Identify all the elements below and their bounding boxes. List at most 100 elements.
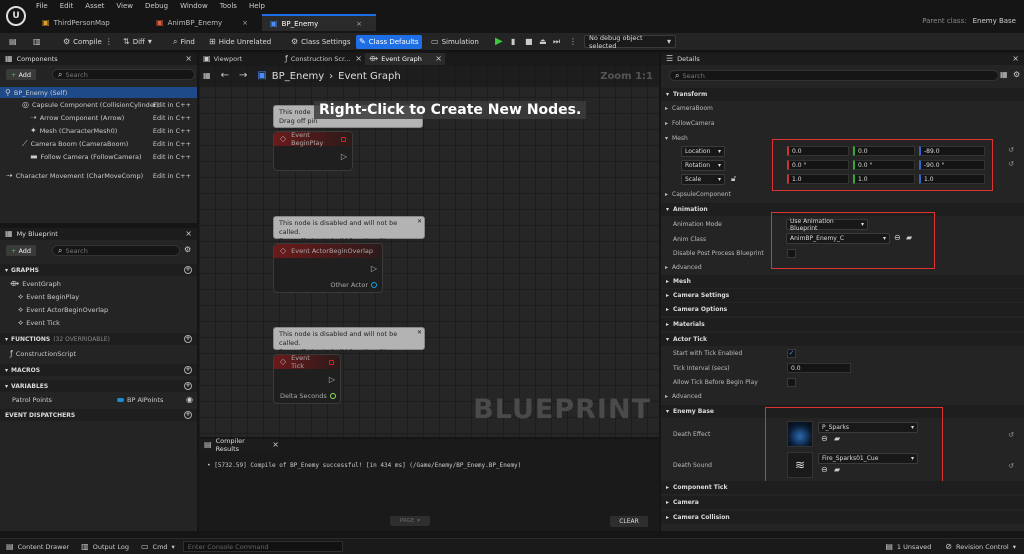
section-enemy-base[interactable]: ▾ Enemy Base: [661, 405, 1024, 418]
section-materials[interactable]: ▸ Materials: [661, 318, 1024, 331]
gear-icon[interactable]: ⚙: [1013, 71, 1020, 79]
sub-follow-camera[interactable]: ▸ FollowCamera: [665, 120, 714, 127]
reset-death-sound-icon[interactable]: ↺: [1008, 462, 1014, 470]
location-mode-dropdown[interactable]: Location ▾: [681, 146, 725, 157]
scale-mode-dropdown[interactable]: Scale ▾: [681, 174, 725, 185]
output-log-button[interactable]: ▥ Output Log: [81, 542, 129, 551]
menu-edit[interactable]: Edit: [60, 2, 74, 10]
use-selected-icon[interactable]: ⊖: [894, 234, 901, 242]
section-camera[interactable]: ▸ Camera: [661, 496, 1024, 509]
tab-animbp-enemy[interactable]: ▣ AnimBP_Enemy ×: [148, 14, 262, 31]
add-graph-icon[interactable]: +: [184, 266, 192, 274]
function-item[interactable]: ƒ ConstructionScript: [10, 350, 76, 359]
edit-in-cpp-link[interactable]: Edit in C++: [153, 153, 191, 161]
section-transform[interactable]: ▾ Transform: [661, 88, 1024, 101]
component-arrow[interactable]: ➝ Arrow Component (Arrow): [30, 114, 124, 123]
revision-control-button[interactable]: ⊘ Revision Control ▾: [945, 542, 1016, 551]
use-selected-icon[interactable]: ⊖: [821, 435, 828, 443]
class-settings-button[interactable]: ⚙ Class Settings: [288, 35, 354, 49]
menu-window[interactable]: Window: [180, 2, 208, 10]
component-character-movement[interactable]: ⇢ Character Movement (CharMoveComp): [6, 172, 143, 181]
event-item[interactable]: ⟡ Event BeginPlay: [18, 293, 79, 302]
tab-viewport[interactable]: ▣ Viewport: [199, 53, 281, 65]
tab-thirdpersonmap[interactable]: ▣ ThirdPersonMap: [34, 14, 148, 31]
tab-construction-script[interactable]: ƒ Construction Scr... ×: [281, 53, 365, 65]
browse-button[interactable]: ▥: [30, 35, 44, 49]
sub-mesh[interactable]: ▾ Mesh: [665, 135, 688, 142]
event-actorbeginoverlap-node[interactable]: ◇ Event ActorBeginOverlap ▷ Other Actor: [273, 243, 383, 293]
rotation-mode-dropdown[interactable]: Rotation ▾: [681, 160, 725, 171]
find-button[interactable]: ⌕ Find: [170, 35, 198, 49]
component-self[interactable]: ⚲ BP_Enemy (Self): [0, 87, 197, 98]
section-component-tick[interactable]: ▸ Component Tick: [661, 481, 1024, 494]
add-function-icon[interactable]: +: [184, 335, 192, 343]
view-options-icon[interactable]: ▦: [1000, 71, 1008, 79]
clear-button[interactable]: CLEAR: [610, 516, 648, 527]
close-icon[interactable]: ✕: [417, 328, 422, 337]
parent-class-value[interactable]: Enemy Base: [973, 17, 1016, 25]
death-sound-dropdown[interactable]: Fire_Sparks01_Cue ▾: [818, 453, 918, 464]
component-camera-boom[interactable]: ⟋ Camera Boom (CameraBoom): [22, 140, 128, 149]
location-y-input[interactable]: 0.0: [853, 146, 915, 156]
section-camera-settings[interactable]: ▸ Camera Settings: [661, 289, 1024, 302]
class-defaults-button[interactable]: ✎ Class Defaults: [356, 35, 422, 49]
save-button[interactable]: ▤: [6, 35, 20, 49]
breadcrumb-root[interactable]: BP_Enemy: [272, 71, 324, 82]
compiler-results-tab[interactable]: ▤ Compiler Results ×: [199, 437, 279, 453]
tick-interval-input[interactable]: 0.0: [787, 363, 851, 373]
scale-y-input[interactable]: 1.0: [853, 174, 915, 184]
edit-in-cpp-link[interactable]: Edit in C++: [153, 114, 191, 122]
section-camera-collision[interactable]: ▸ Camera Collision: [661, 511, 1024, 524]
browse-icon[interactable]: ▰: [834, 435, 840, 443]
sub-capsule-component[interactable]: ▸ CapsuleComponent: [665, 191, 731, 198]
close-icon[interactable]: ×: [355, 55, 362, 63]
section-actor-tick[interactable]: ▾ Actor Tick: [661, 333, 1024, 346]
use-selected-icon[interactable]: ⊖: [821, 466, 828, 474]
rotation-x-input[interactable]: 0.0 °: [787, 160, 849, 170]
sub-advanced-tick[interactable]: ▸ Advanced: [665, 393, 702, 400]
play-button[interactable]: ▶: [492, 35, 506, 49]
sub-advanced[interactable]: ▸ Advanced: [665, 264, 702, 271]
start-tick-checkbox[interactable]: ✓: [787, 349, 796, 358]
compile-button[interactable]: ⚙ Compile ⋮: [60, 35, 116, 49]
console-command-input[interactable]: Enter Console Command: [182, 541, 343, 552]
scale-x-input[interactable]: 1.0: [787, 174, 849, 184]
frame-skip-button[interactable]: ⏭: [550, 35, 563, 49]
location-x-input[interactable]: 0.0: [787, 146, 849, 156]
variable-type[interactable]: BP AIPoints: [117, 396, 163, 404]
component-follow-camera[interactable]: ▬ Follow Camera (FollowCamera): [30, 153, 142, 162]
eye-icon[interactable]: ◉: [186, 396, 193, 404]
add-macro-icon[interactable]: +: [184, 366, 192, 374]
close-icon[interactable]: ×: [272, 441, 279, 449]
event-tick-node[interactable]: ◇ Event Tick ▷ Delta Seconds: [273, 354, 341, 404]
event-item[interactable]: ⟡ Event ActorBeginOverlap: [18, 306, 108, 315]
close-icon[interactable]: ×: [185, 230, 192, 238]
delegate-pin-icon[interactable]: [341, 136, 346, 142]
reset-rotation-icon[interactable]: ↺: [1008, 160, 1014, 168]
section-variables[interactable]: ▾ VARIABLES +: [0, 380, 197, 392]
menu-asset[interactable]: Asset: [85, 2, 104, 10]
exec-pin-icon[interactable]: ▷: [341, 152, 347, 161]
event-graph-item[interactable]: ⟴ EventGraph: [10, 280, 61, 289]
forward-arrow-icon[interactable]: →: [239, 71, 247, 81]
add-dispatcher-icon[interactable]: +: [184, 411, 192, 419]
rotation-z-input[interactable]: -90.0 °: [919, 160, 985, 170]
rotation-y-input[interactable]: 0.0 °: [853, 160, 915, 170]
add-member-button[interactable]: + Add: [6, 245, 37, 256]
unsaved-indicator[interactable]: ▤ 1 Unsaved: [885, 542, 931, 551]
section-event-dispatchers[interactable]: EVENT DISPATCHERS +: [0, 409, 197, 421]
sound-wave-icon[interactable]: ≋: [787, 452, 813, 478]
section-functions[interactable]: ▾ FUNCTIONS (32 OVERRIDABLE) +: [0, 333, 197, 345]
diff-button[interactable]: ⇅ Diff ▾: [120, 35, 155, 49]
section-graphs[interactable]: ▾ GRAPHS +: [0, 264, 197, 276]
add-variable-icon[interactable]: +: [184, 382, 192, 390]
tab-bp-enemy[interactable]: ▣ BP_Enemy ×: [262, 14, 376, 31]
variable-item[interactable]: Patrol Points: [12, 396, 52, 404]
options-button[interactable]: ⋮: [566, 35, 580, 49]
menu-debug[interactable]: Debug: [145, 2, 168, 10]
add-component-button[interactable]: + Add: [6, 69, 37, 80]
section-animation[interactable]: ▾ Animation: [661, 203, 1024, 216]
lock-icon[interactable]: 🔓︎: [731, 175, 736, 183]
content-drawer-button[interactable]: ▤ Content Drawer: [6, 542, 69, 551]
death-effect-dropdown[interactable]: P_Sparks ▾: [818, 422, 918, 433]
